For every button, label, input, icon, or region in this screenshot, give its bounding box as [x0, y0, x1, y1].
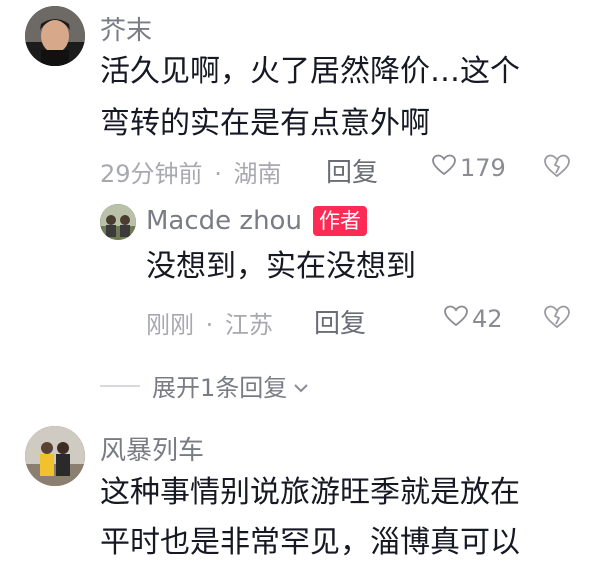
comment-username[interactable]: 风暴列车	[100, 430, 204, 467]
expand-replies-button[interactable]: 展开1条回复	[100, 368, 309, 403]
avatar[interactable]	[100, 204, 136, 240]
reply-location: 江苏	[224, 311, 273, 339]
dislike-icon[interactable]	[544, 305, 570, 333]
heart-icon	[432, 154, 456, 182]
like-button[interactable]: 179	[432, 154, 506, 182]
expand-label: 展开1条回复	[152, 374, 288, 402]
reply-meta: 刚刚 · 江苏	[146, 305, 273, 340]
comment-time: 29分钟前	[100, 160, 203, 188]
dislike-icon[interactable]	[544, 154, 570, 182]
reply-username[interactable]: Macde zhou	[146, 206, 302, 236]
comment-meta: 29分钟前 · 湖南	[100, 154, 281, 189]
chevron-down-icon	[293, 372, 309, 400]
reply-button[interactable]: 回复	[326, 152, 378, 189]
reply-time: 刚刚	[146, 311, 194, 339]
comment-username[interactable]: 芥末	[100, 10, 152, 47]
like-count: 179	[460, 154, 506, 182]
comment-text-line: 平时也是非常罕见，淄博真可以	[100, 525, 520, 560]
comment-text-line: 弯转的实在是有点意外啊	[100, 106, 430, 141]
separator: ·	[214, 160, 222, 188]
reply-text: 没想到，实在没想到	[146, 249, 416, 284]
avatar[interactable]	[25, 6, 85, 66]
author-badge: 作者	[313, 206, 367, 236]
comment-text-line: 这种事情别说旅游旺季就是放在	[100, 475, 520, 510]
avatar[interactable]	[25, 426, 85, 486]
like-button[interactable]: 42	[444, 305, 503, 333]
reply-button[interactable]: 回复	[314, 303, 366, 340]
comment-location: 湖南	[233, 160, 282, 188]
comment-text-line: 活久见啊，火了居然降价…这个	[100, 54, 520, 89]
like-count: 42	[472, 305, 503, 333]
separator: ·	[205, 311, 214, 339]
divider	[100, 384, 140, 387]
heart-icon	[444, 305, 468, 333]
